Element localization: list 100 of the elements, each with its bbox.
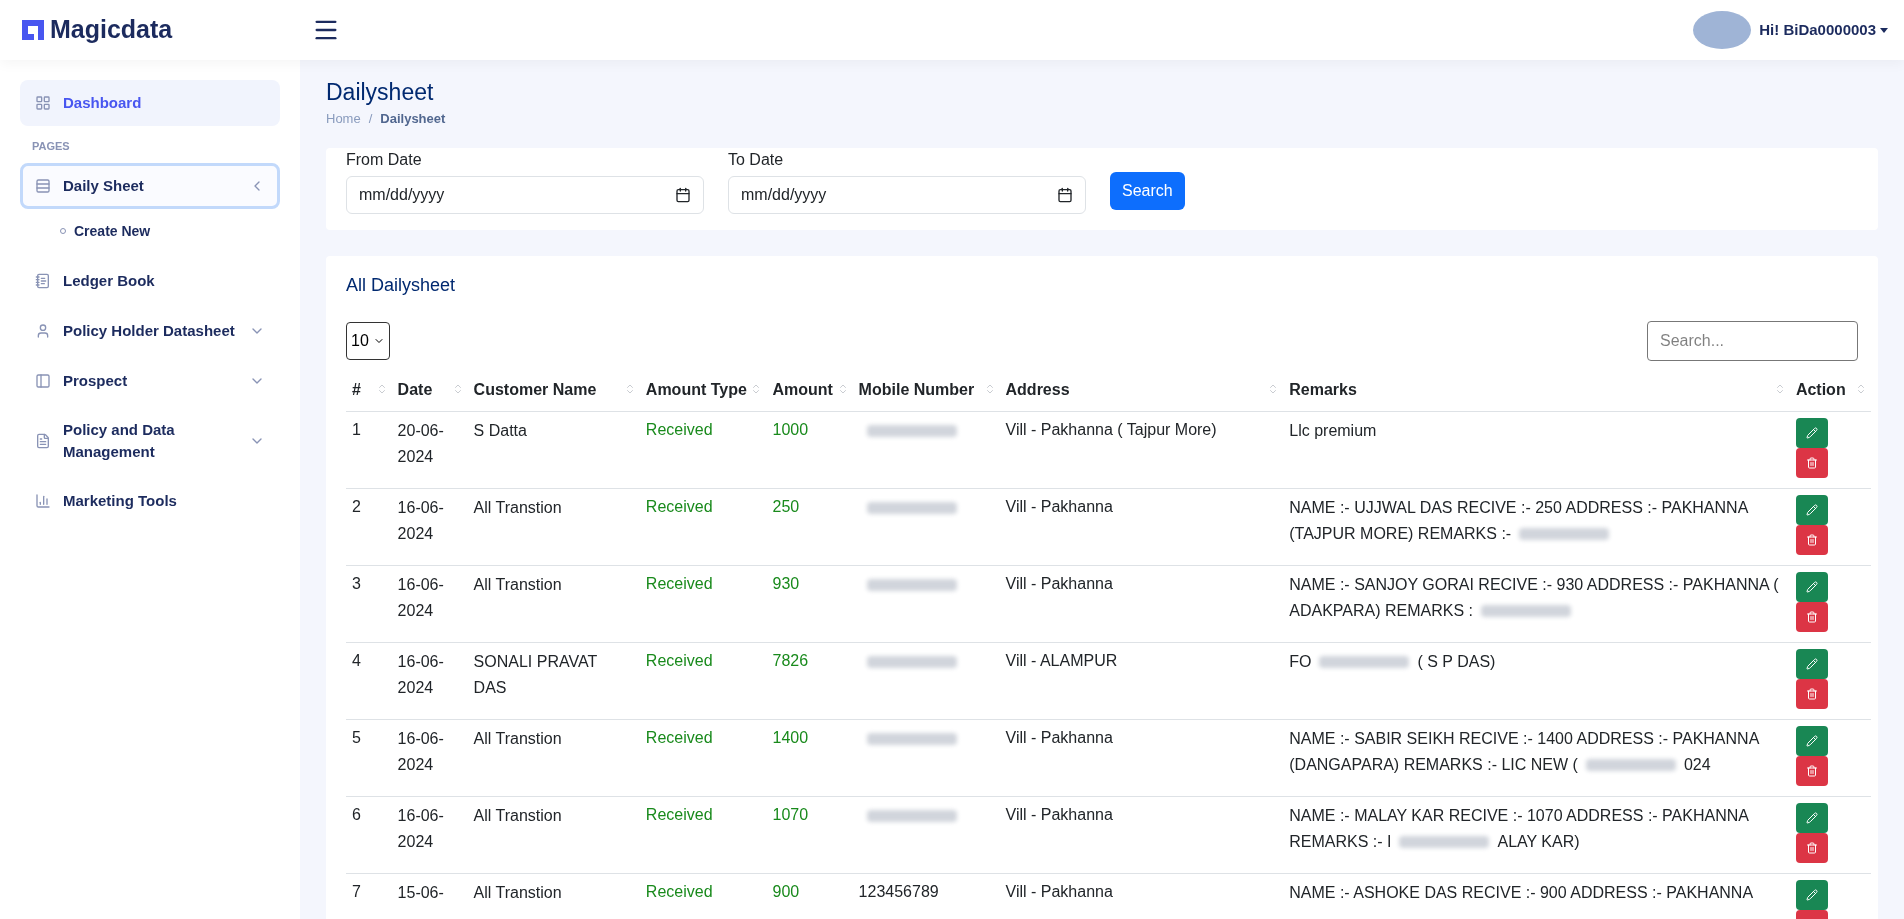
edit-button[interactable] bbox=[1795, 880, 1828, 911]
page-title: Dailysheet bbox=[326, 78, 435, 107]
table-cell: 16-06-2024 bbox=[391, 719, 468, 797]
page-size-select[interactable]: 10 bbox=[346, 322, 390, 361]
delete-button[interactable] bbox=[1795, 756, 1828, 787]
avatar-photo bbox=[1693, 11, 1752, 49]
search-field[interactable]: Search... bbox=[1647, 321, 1858, 362]
edit-button[interactable] bbox=[1795, 649, 1828, 680]
sidebar-item[interactable]: Dashboard bbox=[20, 80, 280, 126]
breadcrumb-link[interactable]: Dailysheet bbox=[380, 108, 446, 129]
table-cell: Vill - ALAMPUR bbox=[999, 642, 1284, 720]
table-cell: All Transtion bbox=[467, 719, 640, 797]
sort-icon bbox=[1855, 383, 1867, 396]
table-cell: All Transtion bbox=[467, 796, 640, 874]
remark-text: (TAJPUR MORE) REMARKS :- bbox=[1289, 524, 1512, 545]
table-cell: Received bbox=[639, 488, 767, 566]
table-cell: Received bbox=[639, 411, 767, 489]
table-cell: All Transtion bbox=[467, 873, 640, 919]
remark-text: ALAY KAR) bbox=[1497, 832, 1580, 853]
column-header[interactable]: Action bbox=[1789, 369, 1871, 412]
edit-button[interactable] bbox=[1795, 803, 1828, 834]
submenu-item[interactable]: Create New bbox=[20, 208, 151, 254]
table-cell: All Transtion bbox=[467, 488, 640, 566]
table-cell: 1 bbox=[346, 411, 392, 489]
sidebar-item[interactable]: Policy Holder Datasheet bbox=[20, 307, 280, 354]
user-icon bbox=[35, 322, 51, 339]
delete-button[interactable] bbox=[1795, 448, 1828, 479]
list-icon bbox=[35, 372, 51, 389]
delete-button[interactable] bbox=[1795, 679, 1828, 710]
trash-icon bbox=[1805, 611, 1818, 624]
date-field[interactable]: mm/dd/yyyy bbox=[346, 176, 704, 215]
bar-chart-icon bbox=[35, 492, 51, 509]
table-cell: 1070 bbox=[766, 796, 853, 874]
table-cell: 7 bbox=[346, 873, 392, 919]
remark-text: NAME :- SABIR SEIKH RECIVE :- 1400 ADDRESS :- PAKHANNA bbox=[1289, 729, 1760, 750]
search-button[interactable]: Search bbox=[1110, 172, 1185, 211]
user-menu[interactable]: Hi! BiDa0000003 bbox=[1759, 18, 1888, 42]
column-header[interactable]: Date bbox=[391, 369, 468, 412]
table-cell: 6 bbox=[346, 796, 392, 874]
edit-button[interactable] bbox=[1795, 572, 1828, 603]
trash-icon bbox=[1805, 765, 1818, 778]
table-cell: 20-06-2024 bbox=[391, 411, 468, 489]
delete-button[interactable] bbox=[1795, 525, 1828, 556]
rows-icon bbox=[35, 177, 51, 194]
field-label: To Date bbox=[728, 150, 785, 171]
column-header[interactable]: Remarks bbox=[1283, 369, 1790, 412]
edit-button[interactable] bbox=[1795, 726, 1828, 757]
remark-text: NAME :- UJJWAL DAS RECIVE :- 250 ADDRESS :- PAKHANNA bbox=[1289, 498, 1749, 519]
table-cell: 900 bbox=[766, 873, 853, 919]
table-cell: Vill - Pakhanna bbox=[999, 565, 1284, 643]
table-cell: 2 bbox=[346, 488, 392, 566]
sidebar-item[interactable]: Ledger Book bbox=[20, 257, 280, 304]
table-cell: 16-06-2024 bbox=[391, 642, 468, 720]
logo-text: Magicdata bbox=[50, 14, 173, 46]
pencil-icon bbox=[1805, 658, 1818, 671]
column-header[interactable]: Mobile Number bbox=[852, 369, 1000, 412]
sidebar-item[interactable]: Policy and Data Management bbox=[20, 407, 280, 474]
table-cell: Vill - Pakhanna bbox=[999, 488, 1284, 566]
table-cell: 16-06-2024 bbox=[391, 565, 468, 643]
table-cell: Received bbox=[639, 642, 767, 720]
table-cell: 123456789 bbox=[858, 883, 939, 901]
pencil-icon bbox=[1805, 889, 1818, 902]
pencil-icon bbox=[1805, 812, 1818, 825]
table-cell: Received bbox=[639, 873, 767, 919]
sidebar-item[interactable]: Marketing Tools bbox=[20, 477, 280, 524]
column-header[interactable]: Address bbox=[999, 369, 1284, 412]
column-header[interactable]: Amount Type bbox=[639, 369, 767, 412]
table-cell: 7826 bbox=[766, 642, 853, 720]
table-cell: 250 bbox=[766, 488, 853, 566]
field-label: From Date bbox=[346, 150, 423, 171]
trash-icon bbox=[1805, 688, 1818, 701]
pencil-icon bbox=[1805, 427, 1818, 440]
table-cell: 930 bbox=[766, 565, 853, 643]
column-header[interactable]: Customer Name bbox=[467, 369, 640, 412]
column-header[interactable]: Amount bbox=[766, 369, 853, 412]
date-field[interactable]: mm/dd/yyyy bbox=[728, 176, 1086, 215]
remark-text: ADAKPARA) REMARKS : bbox=[1289, 601, 1473, 622]
delete-button[interactable] bbox=[1795, 602, 1828, 633]
remark-text: NAME :- SANJOY GORAI RECIVE :- 930 ADDRESS :- PAKHANNA ( bbox=[1289, 575, 1779, 596]
calendar-icon bbox=[675, 187, 691, 204]
table-cell: 15-06- bbox=[391, 873, 468, 919]
table-cell: All Transtion bbox=[467, 565, 640, 643]
sidebar-item[interactable]: Prospect bbox=[20, 357, 280, 404]
remark-text: REMARKS :- I bbox=[1289, 832, 1392, 853]
edit-button[interactable] bbox=[1795, 495, 1828, 526]
remark-text: NAME :- ASHOKE DAS RECIVE :- 900 ADDRESS :- PAKHANNA bbox=[1289, 883, 1754, 904]
section-heading: PAGES bbox=[31, 139, 71, 154]
logo-icon bbox=[20, 17, 46, 43]
delete-button[interactable] bbox=[1795, 833, 1828, 864]
grid-icon bbox=[35, 95, 51, 111]
trash-icon bbox=[1805, 534, 1818, 547]
remark-text: 024 bbox=[1683, 755, 1711, 776]
sidebar-item[interactable]: Daily Sheet bbox=[20, 162, 280, 209]
breadcrumb-separator: / bbox=[368, 109, 373, 128]
table-cell: 5 bbox=[346, 719, 392, 797]
edit-button[interactable] bbox=[1795, 418, 1828, 449]
table-cell: 1400 bbox=[766, 719, 853, 797]
table-cell: Received bbox=[639, 565, 767, 643]
caret-icon bbox=[1880, 27, 1888, 33]
column-header[interactable]: # bbox=[346, 369, 392, 412]
